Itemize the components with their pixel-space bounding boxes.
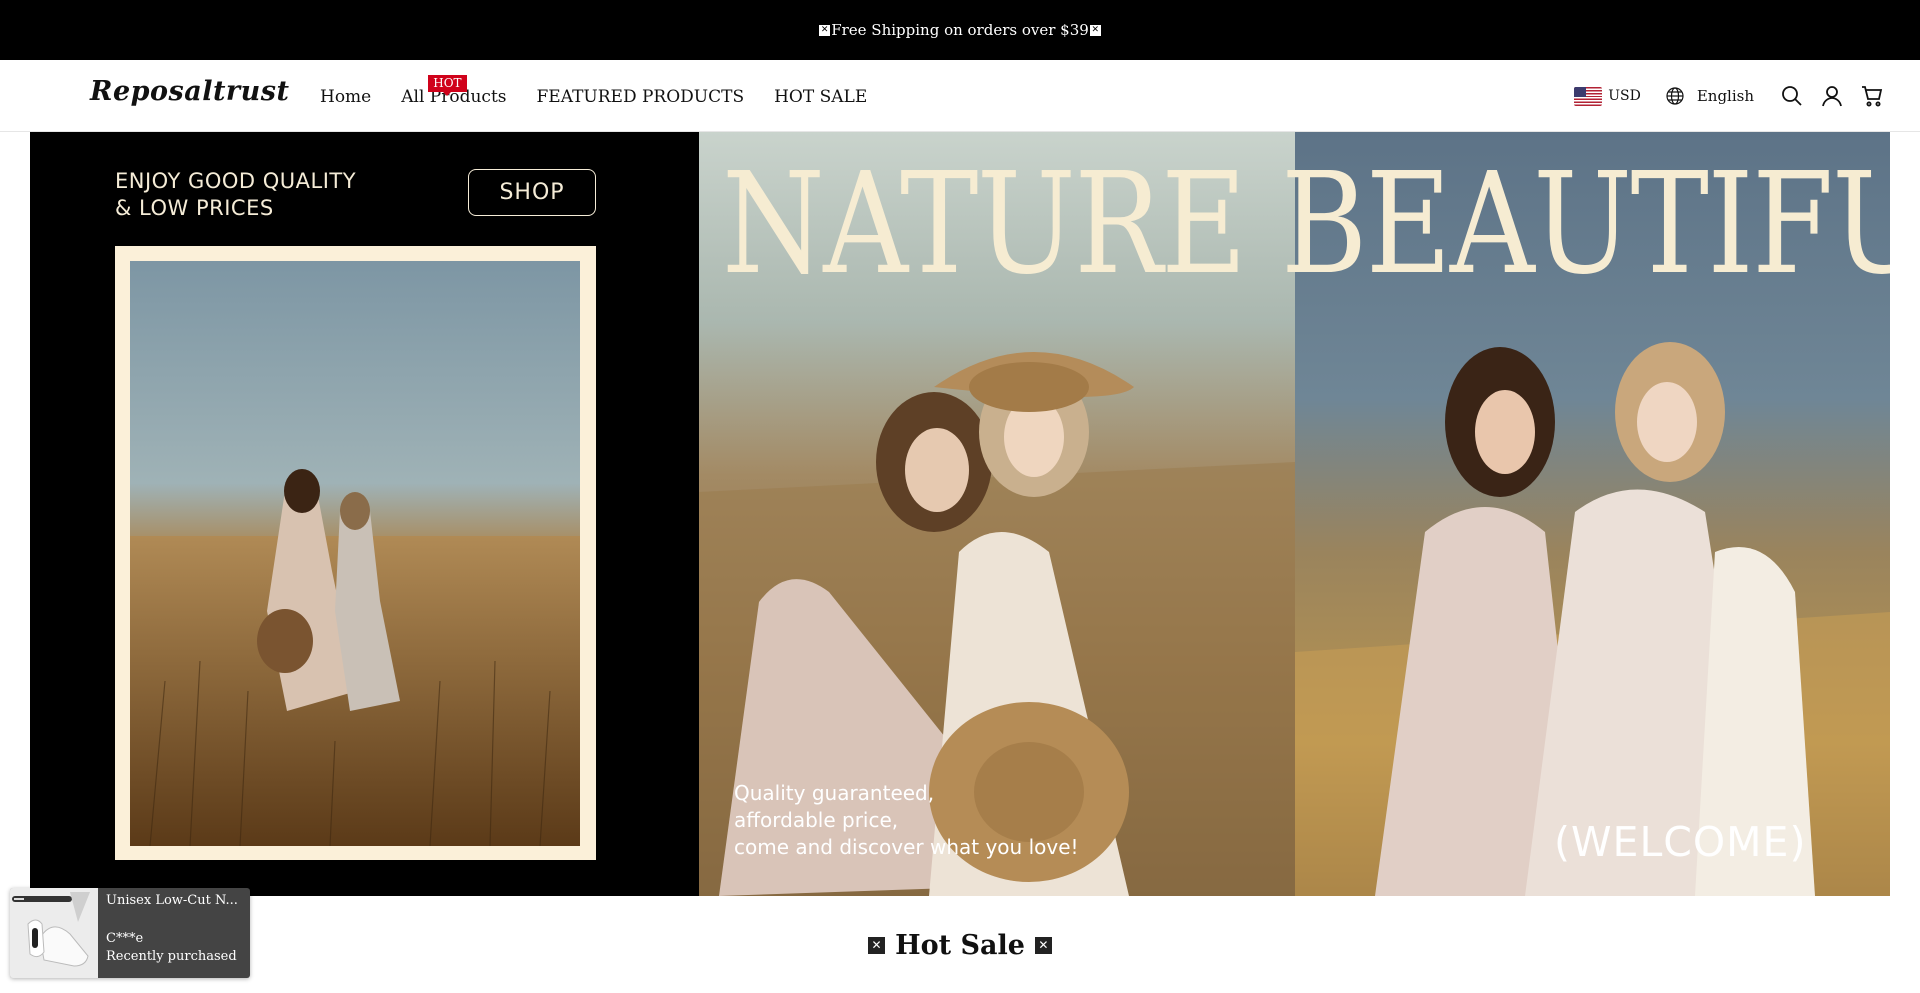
search-icon[interactable] <box>1780 84 1804 108</box>
heading-mark-right: ✕ <box>1034 937 1052 954</box>
announcement-mark-right: ✕ <box>1089 24 1101 36</box>
announcement-bar: ✕ Free Shipping on orders over $39 ✕ <box>0 0 1920 60</box>
product-thumbnail[interactable] <box>10 888 98 978</box>
hot-sale-heading: ✕ Hot Sale ✕ <box>0 930 1920 961</box>
quality-line2: affordable price, <box>734 808 899 832</box>
recent-purchase-popup[interactable]: Unisex Low-Cut N... C***e Recently purch… <box>10 888 250 978</box>
photo-frame <box>115 246 596 860</box>
site-header: Reposaltrust Home HOT All Products FEATU… <box>0 60 1920 132</box>
popup-text: Unisex Low-Cut N... C***e Recently purch… <box>98 888 250 978</box>
field-photo <box>130 261 580 846</box>
nav-home[interactable]: Home <box>320 85 371 107</box>
hero-tagline-line1: ENJOY GOOD QUALITY <box>115 169 357 193</box>
hero-left-panel: ENJOY GOOD QUALITY & LOW PRICES SHOP <box>30 132 699 896</box>
site-logo[interactable]: Reposaltrust <box>90 76 289 107</box>
hero-quality-text: Quality guaranteed, affordable price, co… <box>734 780 1079 861</box>
us-flag-icon[interactable] <box>1574 86 1603 106</box>
popup-product-name[interactable]: Unisex Low-Cut N... <box>106 892 242 910</box>
hero-banner[interactable]: ENJOY GOOD QUALITY & LOW PRICES SHOP NAT… <box>30 132 1890 896</box>
globe-icon[interactable] <box>1663 84 1687 108</box>
nav-featured-products[interactable]: FEATURED PRODUCTS <box>537 85 745 107</box>
announcement-text: Free Shipping on orders over $39 <box>831 21 1089 39</box>
hero-tagline-line2: & LOW PRICES <box>115 196 274 220</box>
language-selector[interactable]: English <box>1697 87 1754 105</box>
heading-mark-left: ✕ <box>868 937 886 954</box>
quality-line1: Quality guaranteed, <box>734 781 935 805</box>
hero-welcome: (WELCOME) <box>1554 818 1807 866</box>
hot-badge: HOT <box>428 75 467 96</box>
hot-sale-title: Hot Sale <box>895 930 1025 961</box>
nav-hot-sale[interactable]: HOT SALE <box>774 85 867 107</box>
currency-selector[interactable]: USD <box>1608 88 1641 104</box>
hero-title: NATURE BEAUTIFUL. <box>722 143 1890 306</box>
announcement-mark-left: ✕ <box>819 24 831 36</box>
shop-button[interactable]: SHOP <box>468 169 596 216</box>
header-tools: USD English <box>1574 60 1892 132</box>
hero-tagline: ENJOY GOOD QUALITY & LOW PRICES <box>115 168 356 222</box>
cart-icon[interactable] <box>1860 84 1884 108</box>
popup-status: Recently purchased <box>106 949 237 964</box>
popup-buyer: C***e <box>106 931 144 946</box>
main-nav: Home HOT All Products FEATURED PRODUCTS … <box>320 60 867 132</box>
account-icon[interactable] <box>1820 84 1844 108</box>
nav-all-products[interactable]: HOT All Products <box>401 75 507 107</box>
quality-line3: come and discover what you love! <box>734 835 1079 859</box>
